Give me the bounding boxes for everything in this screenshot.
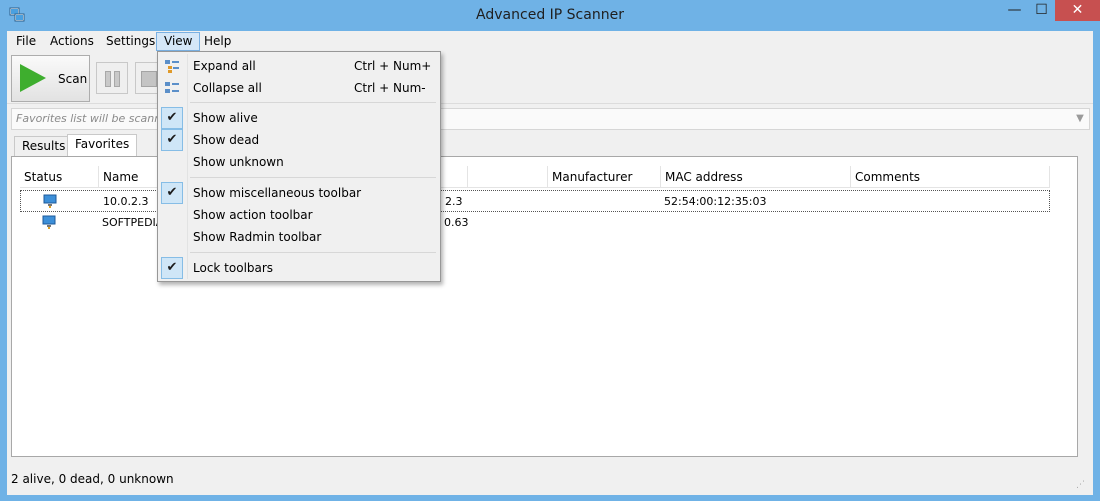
menu-view[interactable]: View xyxy=(156,32,201,51)
scan-label: Scan xyxy=(58,72,88,86)
menu-separator xyxy=(190,102,436,103)
row-mac: 52:54:00:12:35:03 xyxy=(664,195,767,208)
computer-icon xyxy=(42,215,56,229)
check-icon: ✔ xyxy=(161,129,183,151)
check-icon: ✔ xyxy=(161,257,183,279)
resize-grip-icon[interactable]: ⋰ xyxy=(1076,479,1088,491)
menu-item-expand-all[interactable]: Expand all Ctrl + Num+ xyxy=(160,55,438,77)
column-status[interactable]: Status xyxy=(20,166,99,188)
menu-item-label: Show alive xyxy=(193,111,258,125)
view-menu-dropdown: Expand all Ctrl + Num+ Collapse all Ctrl… xyxy=(157,51,441,282)
app-window: Advanced IP Scanner — ☐ ✕ File Actions S… xyxy=(0,0,1100,501)
check-icon: ✔ xyxy=(161,107,183,129)
minimize-button[interactable]: — xyxy=(1001,0,1028,21)
pause-icon xyxy=(105,71,111,87)
menu-item-label: Show Radmin toolbar xyxy=(193,230,322,244)
check-icon: ✔ xyxy=(161,182,183,204)
column-comments[interactable]: Comments xyxy=(851,166,1050,188)
menu-item-show-action-toolbar[interactable]: Show action toolbar xyxy=(160,204,438,226)
menu-item-label: Show unknown xyxy=(193,155,284,169)
computer-icon xyxy=(43,194,57,208)
menu-item-collapse-all[interactable]: Collapse all Ctrl + Num- xyxy=(160,77,438,99)
column-ip[interactable] xyxy=(468,166,548,188)
collapse-all-icon xyxy=(165,82,179,93)
column-mac-address[interactable]: MAC address xyxy=(661,166,851,188)
tab-results[interactable]: Results xyxy=(14,136,74,156)
menu-item-shortcut: Ctrl + Num+ xyxy=(354,59,432,73)
stop-button[interactable] xyxy=(135,62,159,94)
chevron-down-icon[interactable]: ▼ xyxy=(1073,111,1087,127)
menu-item-label: Show action toolbar xyxy=(193,208,313,222)
menu-item-label: Collapse all xyxy=(193,81,262,95)
pause-button[interactable] xyxy=(96,62,128,94)
vertical-scrollbar[interactable] xyxy=(1079,156,1093,457)
menu-settings[interactable]: Settings xyxy=(99,32,162,51)
menu-file[interactable]: File xyxy=(9,32,43,51)
menu-separator xyxy=(190,177,436,178)
menu-item-show-alive[interactable]: ✔ Show alive xyxy=(160,107,438,129)
scan-button[interactable]: Scan xyxy=(11,55,90,102)
menu-help[interactable]: Help xyxy=(197,32,238,51)
menu-item-label: Lock toolbars xyxy=(193,261,274,275)
menu-separator xyxy=(190,252,436,253)
menu-bar: File Actions Settings View Help xyxy=(7,31,1093,51)
menu-item-lock-toolbars[interactable]: ✔ Lock toolbars xyxy=(160,257,438,279)
menu-item-show-dead[interactable]: ✔ Show dead xyxy=(160,129,438,151)
row-name: 10.0.2.3 xyxy=(103,195,149,208)
title-bar[interactable]: Advanced IP Scanner — ☐ ✕ xyxy=(0,0,1100,31)
menu-item-show-misc-toolbar[interactable]: ✔ Show miscellaneous toolbar xyxy=(160,182,438,204)
maximize-button[interactable]: ☐ xyxy=(1028,0,1055,21)
row-ip: 0.63 xyxy=(444,216,469,229)
menu-item-show-unknown[interactable]: Show unknown xyxy=(160,151,438,173)
expand-all-icon xyxy=(165,60,179,73)
close-button[interactable]: ✕ xyxy=(1055,0,1100,21)
menu-actions[interactable]: Actions xyxy=(43,32,101,51)
menu-item-label: Expand all xyxy=(193,59,256,73)
row-name: SOFTPEDIA xyxy=(102,216,164,229)
menu-item-label: Show miscellaneous toolbar xyxy=(193,186,362,200)
tab-favorites[interactable]: Favorites xyxy=(67,134,138,157)
column-manufacturer[interactable]: Manufacturer xyxy=(548,166,661,188)
stop-icon xyxy=(141,71,157,87)
play-icon xyxy=(20,64,46,92)
ip-range-placeholder: Favorites list will be scanned xyxy=(16,112,175,125)
menu-item-show-radmin-toolbar[interactable]: Show Radmin toolbar xyxy=(160,226,438,248)
menu-item-shortcut: Ctrl + Num- xyxy=(354,81,426,95)
status-bar-text: 2 alive, 0 dead, 0 unknown xyxy=(11,472,174,486)
menu-item-label: Show dead xyxy=(193,133,260,147)
window-title: Advanced IP Scanner xyxy=(476,7,624,23)
row-ip: 2.3 xyxy=(445,195,463,208)
